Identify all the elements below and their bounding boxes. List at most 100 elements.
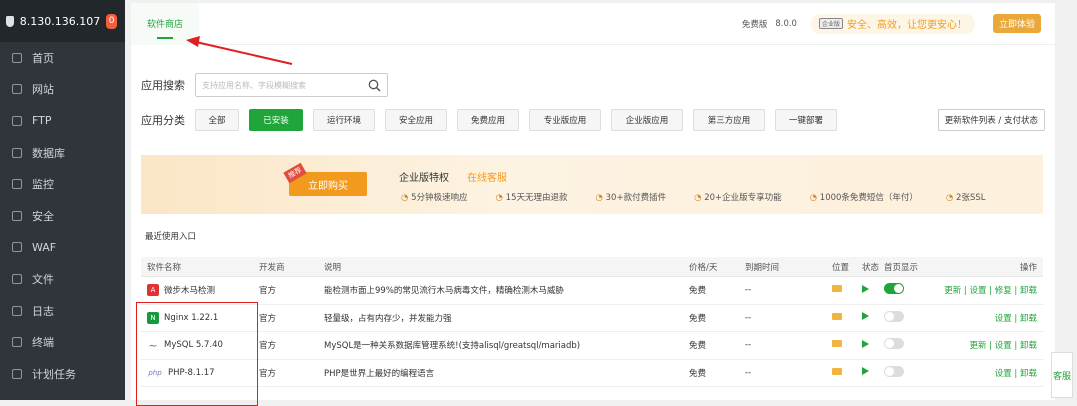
description: PHP是世界上最好的编程语言 — [324, 368, 435, 379]
log-icon — [12, 305, 22, 316]
column-header: 状态 — [862, 262, 880, 273]
sidebar-item-7[interactable]: 文件 — [0, 263, 125, 295]
column-header: 开发商 — [259, 262, 285, 273]
shield-icon — [12, 210, 22, 221]
folder-icon — [12, 273, 22, 284]
column-header: 首页显示 — [884, 262, 919, 273]
developer: 官方 — [259, 313, 277, 324]
feature-item-1: 15天无理由退款 — [496, 191, 568, 203]
search-icon[interactable] — [368, 79, 381, 92]
category-button-6[interactable]: 企业版应用 — [611, 109, 683, 131]
update-list-button[interactable]: 更新软件列表 / 支付状态 — [937, 109, 1045, 131]
operations-links[interactable]: 设置 | 卸载 — [940, 367, 1043, 379]
column-header: 说明 — [324, 262, 342, 273]
enterprise-slogan: 安全、高效，让您更安心！ — [846, 20, 967, 31]
sidebar-item-2[interactable]: FTP — [0, 105, 125, 137]
sidebar-item-label: 首页 — [32, 51, 54, 65]
folder-icon[interactable] — [832, 312, 842, 320]
operations-links[interactable]: 更新 | 设置 | 卸载 — [940, 339, 1043, 351]
price: 免费 — [689, 313, 707, 324]
sidebar-item-9[interactable]: 终端 — [0, 326, 125, 358]
server-icon — [6, 15, 14, 27]
column-header: 价格/天 — [689, 262, 718, 273]
try-now-button[interactable]: 立即体验 — [992, 14, 1041, 33]
software-table: 软件名称 开发商 说明 价格/天 到期时间 位置 状态 首页显示 操作 A 微步木马检测 官方 能检测… — [141, 257, 1043, 387]
software-name-cell[interactable]: A 微步木马检测 — [141, 284, 259, 297]
price: 免费 — [689, 341, 707, 352]
category-button-3[interactable]: 安全应用 — [385, 109, 447, 131]
search-label: 应用搜索 — [141, 79, 185, 92]
category-button-7[interactable]: 第三方应用 — [693, 109, 765, 131]
sidebar-item-label: 文件 — [32, 272, 54, 286]
sidebar-item-0[interactable]: 首页 — [0, 42, 125, 74]
column-header: 操作 — [1019, 262, 1037, 273]
category-button-0[interactable]: 全部 — [195, 109, 239, 131]
highlight-box — [136, 302, 258, 406]
expire-time: -- — [745, 367, 752, 378]
sidebar-item-8[interactable]: 日志 — [0, 295, 125, 327]
column-header: 软件名称 — [147, 262, 182, 273]
search-input[interactable]: 支持应用名称、字段模糊搜索 — [195, 73, 388, 97]
search-placeholder: 支持应用名称、字段模糊搜索 — [202, 80, 306, 90]
top-bar: 软件商店 免费版 8.0.0 企业版 安全、高效，让您更安心！ 立即体验 — [131, 2, 1055, 45]
online-service-link[interactable]: 在线客服 — [467, 169, 507, 184]
homepage-toggle[interactable] — [884, 365, 904, 377]
category-button-2[interactable]: 运行环境 — [313, 109, 375, 131]
sidebar-item-label: 数据库 — [32, 146, 65, 160]
enterprise-tag[interactable]: 企业版 安全、高效，让您更安心！ — [810, 13, 975, 34]
waf-shield-icon — [12, 242, 22, 253]
enterprise-banner: 立即购买 推荐 企业版特权 在线客服 5分钟极速响应15天无理由退款30+款付费… — [141, 155, 1043, 214]
folder-icon[interactable] — [832, 367, 842, 375]
play-icon[interactable] — [862, 367, 869, 376]
column-header: 位置 — [832, 262, 850, 273]
sidebar-item-10[interactable]: 计划任务 — [0, 358, 125, 390]
sidebar-item-label: 监控 — [32, 178, 54, 192]
terminal-icon — [12, 337, 22, 348]
folder-icon[interactable] — [832, 340, 842, 348]
notification-badge[interactable]: 0 — [106, 13, 117, 29]
category-button-8[interactable]: 一键部署 — [775, 109, 837, 131]
description: MySQL是一种关系数据库管理系统!(支持alisql/greatsql/mar… — [324, 341, 581, 352]
sidebar-item-label: 计划任务 — [32, 367, 76, 381]
sidebar: 8.130.136.107 0 首页 网站 FTP 数据库 监控 安全 WAF 文件 日志 终端计… — [0, 0, 125, 400]
database-icon — [12, 147, 22, 158]
calendar-icon — [12, 368, 22, 379]
version-info: 免费版 8.0.0 企业版 安全、高效，让您更安心！ 立即体验 — [742, 13, 1055, 34]
price: 免费 — [689, 368, 707, 379]
play-icon[interactable] — [862, 312, 869, 321]
folder-icon[interactable] — [832, 285, 842, 293]
globe-icon — [12, 84, 22, 95]
category-label: 应用分类 — [141, 114, 185, 127]
price: 免费 — [689, 286, 707, 297]
play-icon[interactable] — [862, 339, 869, 348]
category-button-4[interactable]: 免费应用 — [457, 109, 519, 131]
feature-item-0: 5分钟极速响应 — [401, 191, 467, 203]
operations-links[interactable]: 设置 | 卸载 — [940, 312, 1043, 324]
category-row: 应用分类 全部 已安装 运行环境 安全应用 免费应用 专业版应用 企业版应用 第三方应用 一键部… — [141, 109, 837, 131]
enterprise-privilege: 企业版特权 — [399, 173, 449, 184]
feature-item-2: 30+款付费插件 — [596, 191, 666, 203]
feature-item-3: 20+企业版专享功能 — [694, 191, 781, 203]
category-button-5[interactable]: 专业版应用 — [529, 109, 601, 131]
sidebar-item-5[interactable]: 安全 — [0, 200, 125, 232]
customer-service-float[interactable]: 客服 — [1051, 352, 1073, 398]
sidebar-item-label: FTP — [32, 114, 52, 128]
operations-links[interactable]: 更新 | 设置 | 修复 | 卸载 — [940, 284, 1043, 296]
table-row: N Nginx 1.22.1 官方 轻量级，占有内存少，并发能力强 免费 -- 设置 | 卸… — [141, 305, 1043, 332]
homepage-toggle[interactable] — [884, 283, 904, 295]
sidebar-item-4[interactable]: 监控 — [0, 168, 125, 200]
description: 能检测市面上99%的常见流行木马病毒文件，精确检测木马威胁 — [324, 286, 564, 297]
homepage-toggle[interactable] — [884, 338, 904, 350]
expire-time: -- — [745, 340, 752, 351]
play-icon[interactable] — [862, 284, 869, 293]
homepage-toggle[interactable] — [884, 310, 904, 322]
tab-software-store[interactable]: 软件商店 — [131, 2, 199, 45]
software-name[interactable]: 微步木马检测 — [164, 284, 215, 296]
expire-time: -- — [745, 285, 752, 296]
sidebar-item-1[interactable]: 网站 — [0, 74, 125, 106]
sidebar-item-3[interactable]: 数据库 — [0, 137, 125, 169]
category-button-1[interactable]: 已安装 — [249, 109, 303, 131]
sidebar-item-6[interactable]: WAF — [0, 232, 125, 264]
version-number: 8.0.0 — [775, 18, 797, 29]
monitor-icon — [12, 179, 22, 190]
